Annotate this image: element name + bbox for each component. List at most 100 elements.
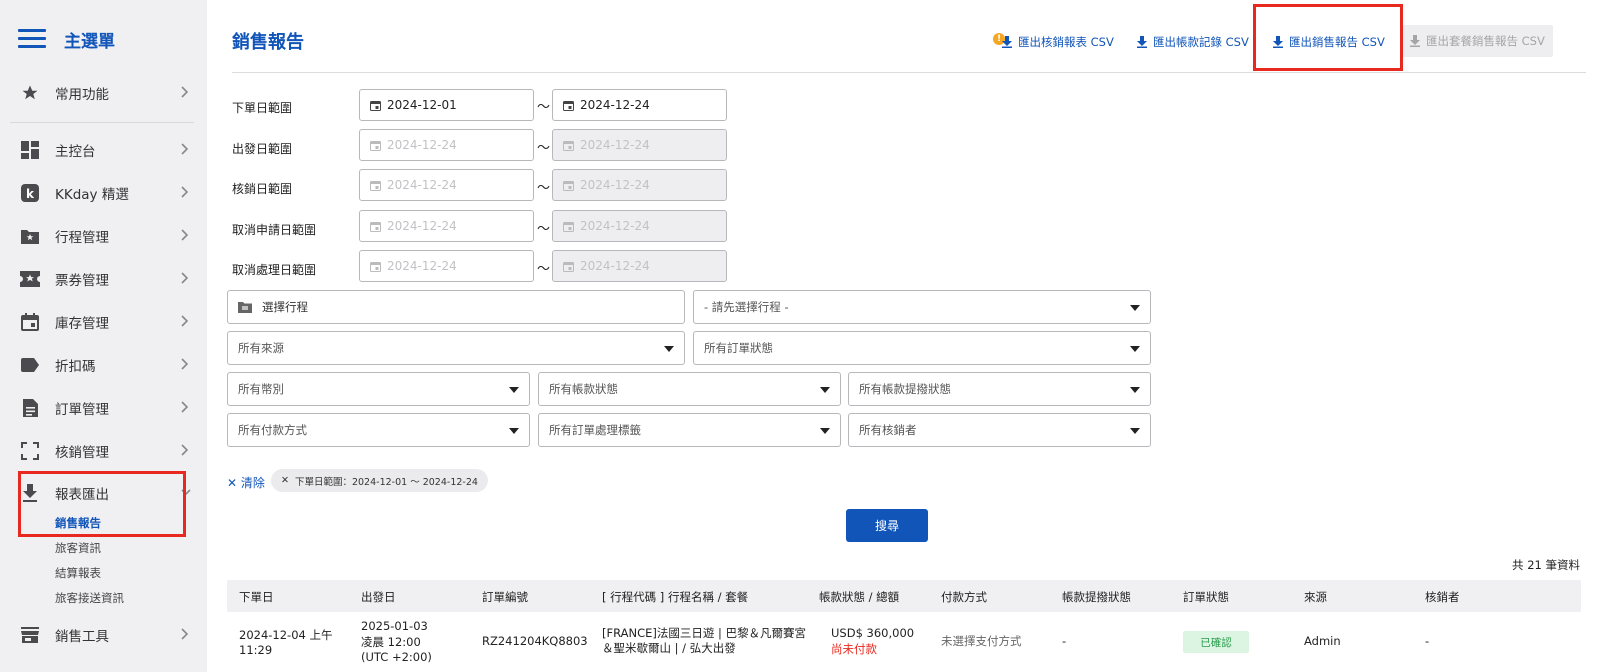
package-select[interactable]: - 請先選擇行程 - (693, 290, 1151, 324)
payment-withdraw-status-select[interactable]: 所有帳款提撥狀態 (848, 372, 1151, 406)
scan-icon (20, 441, 40, 461)
sidebar-item-label: 行程管理 (55, 230, 109, 246)
select-value: 所有幣別 (238, 382, 284, 396)
cancel-request-date-start-input[interactable]: 2024-12-24 (359, 210, 534, 242)
hamburger-menu-icon[interactable] (18, 29, 46, 49)
export-package-sales-report-csv-button[interactable]: 匯出套餐銷售報告 CSV (1401, 25, 1553, 57)
kkday-icon: k (20, 183, 40, 203)
order-date-end-input[interactable]: 2024-12-24 (552, 89, 727, 121)
range-separator: ～ (537, 262, 551, 277)
sidebar-item-report-export[interactable]: 報表匯出 (0, 478, 207, 508)
order-date-label: 下單日範圍 (232, 101, 293, 115)
sidebar-item-favorites[interactable]: 常用功能 (0, 78, 207, 108)
dropdown-caret-icon (1130, 428, 1140, 434)
range-separator: ～ (537, 222, 551, 237)
sidebar-item-label: KKday 精選 (55, 187, 129, 203)
svg-text:k: k (26, 187, 35, 201)
calendar-icon (563, 221, 574, 232)
sidebar-item-tickets[interactable]: 票券管理 (0, 264, 207, 294)
close-icon: ✕ (227, 476, 238, 490)
sidebar-subitem-sales-report[interactable]: 銷售報告 (55, 515, 101, 531)
redeem-date-end-input[interactable]: 2024-12-24 (552, 169, 727, 201)
select-product-label: 選擇行程 (262, 300, 308, 314)
column-header: 帳款提撥狀態 (1062, 590, 1131, 604)
download-icon (1002, 36, 1012, 48)
date-value: 2024-12-01 (387, 98, 457, 112)
chevron-down-icon (181, 486, 191, 500)
calendar-icon (370, 100, 381, 111)
redeem-date-start-input[interactable]: 2024-12-24 (359, 169, 534, 201)
product-name-cell[interactable]: [FRANCE]法國三日遊 | 巴黎＆凡爾賽宮＆聖米歇爾山 | / 弘大出發 (602, 626, 814, 656)
download-icon (1410, 35, 1420, 47)
select-value: 所有帳款提撥狀態 (859, 382, 951, 396)
order-date-start-input[interactable]: 2024-12-01 (359, 89, 534, 121)
download-icon (20, 483, 40, 503)
sidebar-subitem-traveler-info[interactable]: 旅客資訊 (55, 540, 101, 556)
chevron-right-icon (181, 229, 191, 243)
cancel-request-date-end-input[interactable]: 2024-12-24 (552, 210, 727, 242)
payment-status-cell: 尚未付款 (831, 642, 877, 656)
sidebar-item-orders[interactable]: 訂單管理 (0, 393, 207, 423)
sidebar-subitem-transfer-info[interactable]: 旅客接送資訊 (55, 590, 124, 606)
dropdown-caret-icon (1130, 305, 1140, 311)
document-icon (20, 398, 40, 418)
sidebar-item-dashboard[interactable]: 主控台 (0, 135, 207, 165)
sidebar-item-discount-codes[interactable]: 折扣碼 (0, 350, 207, 380)
status-badge: 已確認 (1183, 631, 1249, 653)
calendar-icon (370, 180, 381, 191)
main-content: 銷售報告 ! 匯出核銷報表 CSV 匯出帳款記錄 CSV 匯出銷售報告 CSV … (207, 0, 1600, 672)
sidebar: 主選單 常用功能 主控台 k KKday 精選 行程管理 票券管理 庫存管理 折… (0, 0, 207, 672)
dropdown-caret-icon (820, 428, 830, 434)
clear-filters-link[interactable]: ✕ 清除 (227, 474, 265, 491)
cancel-process-date-start-input[interactable]: 2024-12-24 (359, 250, 534, 282)
chip-close-icon[interactable]: ✕ (281, 475, 289, 486)
export-sales-report-csv-button[interactable]: 匯出銷售報告 CSV (1272, 34, 1385, 50)
currency-select[interactable]: 所有幣別 (227, 372, 530, 406)
column-header: 訂單編號 (482, 590, 528, 604)
folder-icon (238, 302, 252, 313)
depart-date-end-input[interactable]: 2024-12-24 (552, 129, 727, 161)
payment-method-select[interactable]: 所有付款方式 (227, 413, 530, 447)
calendar-icon (563, 180, 574, 191)
chevron-right-icon (181, 358, 191, 372)
order-number-cell[interactable]: RZ241204KQ8803 (482, 634, 588, 649)
date-placeholder: 2024-12-24 (580, 138, 650, 152)
payment-status-select[interactable]: 所有帳款狀態 (538, 372, 841, 406)
source-select[interactable]: 所有來源 (227, 331, 685, 365)
sidebar-item-inventory[interactable]: 庫存管理 (0, 307, 207, 337)
export-payment-records-csv-button[interactable]: 匯出帳款記錄 CSV (1136, 34, 1249, 50)
sidebar-item-products[interactable]: 行程管理 (0, 221, 207, 251)
dropdown-caret-icon (820, 387, 830, 393)
chevron-right-icon (181, 315, 191, 329)
sidebar-item-sales-tools[interactable]: 銷售工具 (0, 620, 207, 650)
calendar-icon (563, 140, 574, 151)
order-tag-select[interactable]: 所有訂單處理標籤 (538, 413, 841, 447)
search-button[interactable]: 搜尋 (846, 509, 928, 542)
total-count: 共 21 筆資料 (1512, 558, 1580, 572)
date-placeholder: 2024-12-24 (580, 259, 650, 273)
chevron-right-icon (181, 272, 191, 286)
sidebar-item-redemption[interactable]: 核銷管理 (0, 436, 207, 466)
sidebar-item-kkday[interactable]: k KKday 精選 (0, 178, 207, 208)
header-divider (232, 72, 1586, 73)
select-product-button[interactable]: 選擇行程 (227, 290, 685, 324)
cancel-process-date-end-input[interactable]: 2024-12-24 (552, 250, 727, 282)
order-status-select[interactable]: 所有訂單狀態 (693, 331, 1151, 365)
export-redemption-csv-button[interactable]: 匯出核銷報表 CSV (1001, 34, 1114, 50)
calendar-icon (370, 261, 381, 272)
depart-timezone-cell: (UTC +2:00) (361, 650, 432, 664)
chevron-right-icon (181, 401, 191, 415)
order-date-cell: 2024-12-04 上午 11:29 (239, 628, 333, 657)
redeemer-select[interactable]: 所有核銷者 (848, 413, 1151, 447)
depart-date-start-input[interactable]: 2024-12-24 (359, 129, 534, 161)
date-placeholder: 2024-12-24 (387, 259, 457, 273)
sidebar-item-label: 報表匯出 (55, 487, 109, 503)
column-header: 付款方式 (941, 590, 987, 604)
filter-chip[interactable]: ✕ 下單日範圍：2024-12-01 ～ 2024-12-24 (271, 469, 488, 492)
sidebar-item-label: 票券管理 (55, 273, 109, 289)
cancel-request-date-label: 取消申請日範圍 (232, 223, 317, 237)
dashboard-icon (20, 140, 40, 160)
sidebar-subitem-settlement-report[interactable]: 結算報表 (55, 565, 101, 581)
select-value: 所有帳款狀態 (549, 382, 618, 396)
folder-star-icon (20, 226, 40, 246)
